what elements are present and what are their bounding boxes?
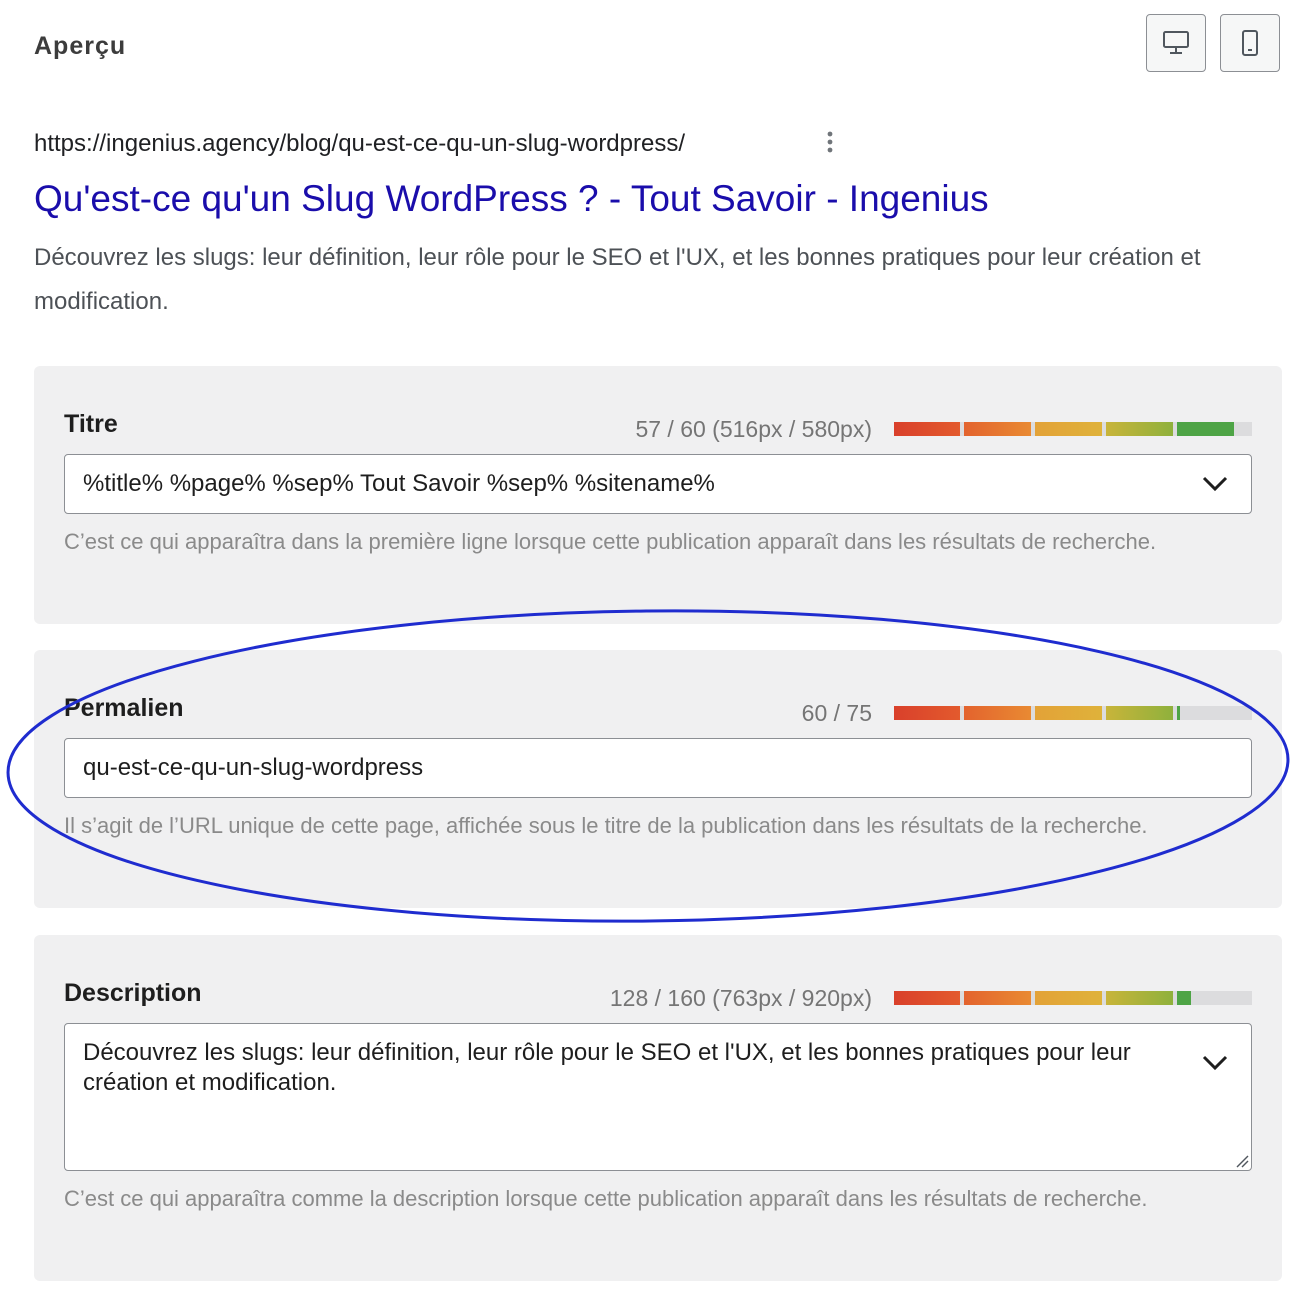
resize-handle-icon[interactable] [1235,1154,1249,1168]
description-textarea[interactable]: Découvrez les slugs: leur définition, le… [64,1023,1252,1171]
description-help-text: C’est ce qui apparaîtra comme la descrip… [64,1186,1148,1211]
title-input[interactable]: %title% %page% %sep% Tout Savoir %sep% %… [64,454,1252,514]
title-field-panel: Titre 57 / 60 (516px / 580px) %title% %p… [34,366,1282,624]
title-input-value: %title% %page% %sep% Tout Savoir %sep% %… [83,470,715,497]
permalink-length-meter [894,706,1252,720]
kebab-menu-icon[interactable] [822,128,838,156]
mobile-icon [1242,30,1258,56]
permalink-counter: 60 / 75 [801,700,872,726]
preview-header-title: Aperçu [34,32,127,60]
serp-preview-url: https://ingenius.agency/blog/qu-est-ce-q… [34,130,686,157]
permalink-field-label: Permalien [64,694,184,722]
mobile-view-button[interactable] [1220,14,1280,72]
description-length-meter [894,991,1252,1005]
title-field-label: Titre [64,410,118,438]
title-help-text: C’est ce qui apparaîtra dans la première… [64,529,1157,554]
permalink-help-text: Il s’agit de l’URL unique de cette page,… [64,813,1148,838]
serp-preview-description: Découvrez les slugs: leur définition, le… [34,244,1201,315]
chevron-down-icon[interactable] [1201,1054,1229,1072]
title-length-meter [894,422,1252,436]
permalink-input-value: qu-est-ce-qu-un-slug-wordpress [83,754,424,781]
description-field-panel: Description 128 / 160 (763px / 920px) Dé… [34,935,1282,1281]
description-textarea-value: Découvrez les slugs: leur définition, le… [83,1039,1131,1096]
description-field-label: Description [64,979,202,1007]
desktop-icon [1163,31,1189,54]
chevron-down-icon[interactable] [1201,475,1229,493]
serp-preview-title[interactable]: Qu'est-ce qu'un Slug WordPress ? - Tout … [34,178,989,220]
permalink-input[interactable]: qu-est-ce-qu-un-slug-wordpress [64,738,1252,798]
desktop-view-button[interactable] [1146,14,1206,72]
title-counter: 57 / 60 (516px / 580px) [635,416,872,442]
description-counter: 128 / 160 (763px / 920px) [609,985,872,1011]
permalink-field-panel: Permalien 60 / 75 qu-est-ce-qu-un-slug-w… [34,650,1282,908]
